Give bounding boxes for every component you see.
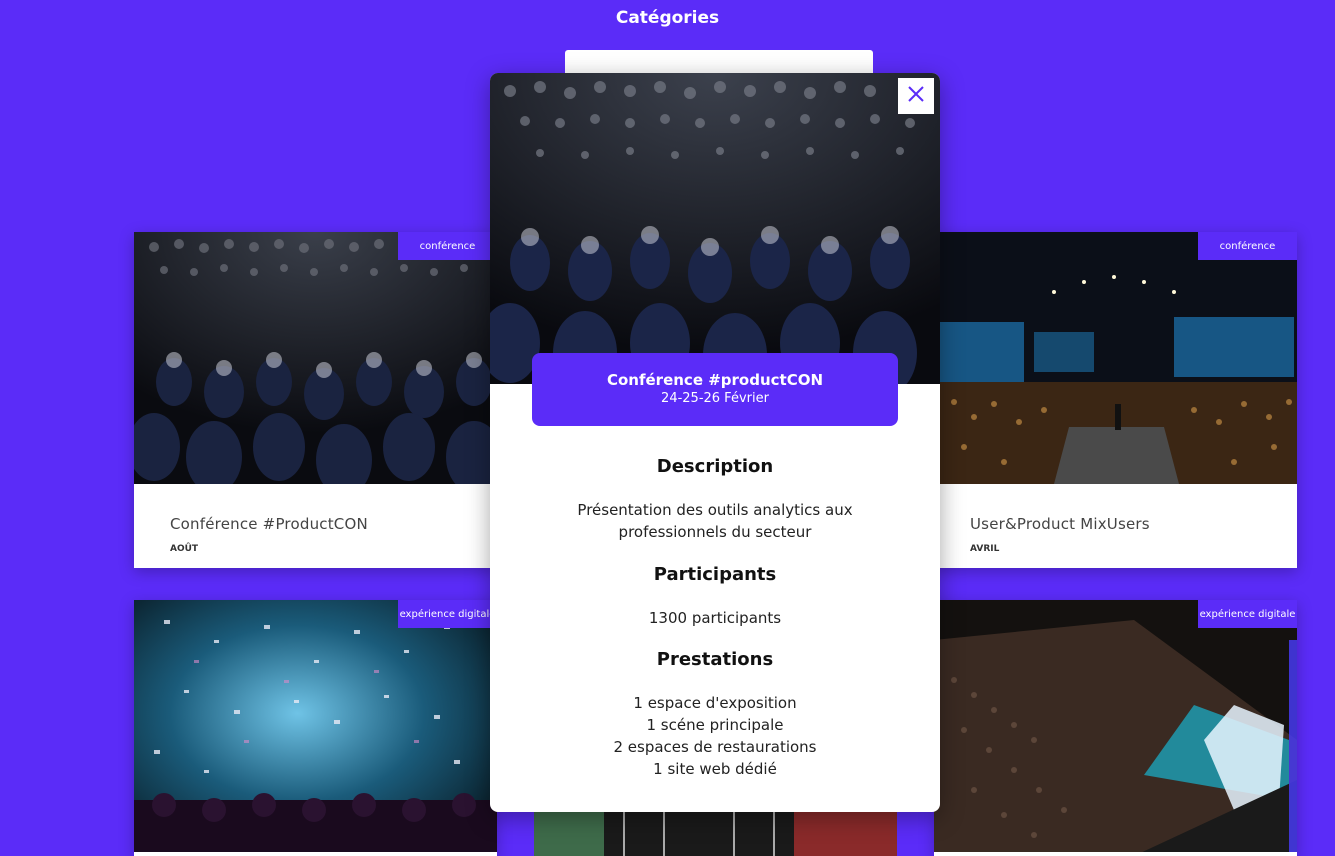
event-detail-modal: Conférence #productCON 24-25-26 Février … xyxy=(490,73,940,812)
category-tag: expérience digitale xyxy=(1198,600,1297,628)
prestations-list: 1 espace d'exposition 1 scéne principale… xyxy=(550,692,880,780)
event-date: 24-25-26 Février xyxy=(661,391,769,406)
event-title: Conférence #productCON xyxy=(606,371,824,389)
category-tag: expérience digitale xyxy=(398,600,497,628)
event-card[interactable] xyxy=(534,812,897,856)
event-photo xyxy=(134,232,497,484)
event-month: AVRIL xyxy=(970,544,1000,554)
participants-text: 1300 participants xyxy=(648,609,782,627)
prestation-item: 1 scéne principale xyxy=(646,716,784,734)
participants-heading: Participants xyxy=(653,564,777,585)
event-photo xyxy=(934,232,1297,484)
event-hero-photo xyxy=(490,73,940,384)
prestation-item: 1 espace d'exposition xyxy=(633,694,797,712)
prestation-item: 2 espaces de restaurations xyxy=(613,738,817,756)
event-card[interactable]: expérience digitale xyxy=(934,600,1297,856)
event-photo xyxy=(134,600,497,852)
event-name: Conférence #ProductCON xyxy=(170,515,368,533)
event-name: User&Product MixUsers xyxy=(970,515,1150,533)
description-text: Présentation des outils analytics aux pr… xyxy=(577,501,853,541)
event-card[interactable]: conférence Conférence #ProductCON AOÛT xyxy=(134,232,497,568)
category-tag: conférence xyxy=(1198,232,1297,260)
event-title-banner: Conférence #productCON 24-25-26 Février xyxy=(532,353,898,426)
event-photo xyxy=(934,600,1297,852)
event-card[interactable]: expérience digitale xyxy=(134,600,497,856)
event-month: AOÛT xyxy=(170,544,199,554)
description-heading: Description xyxy=(656,456,774,477)
prestations-heading: Prestations xyxy=(656,649,774,670)
prestation-item: 1 site web dédié xyxy=(653,760,777,778)
close-icon xyxy=(907,85,925,107)
page-title: Catégories xyxy=(615,8,720,28)
category-tag: conférence xyxy=(398,232,497,260)
event-card[interactable]: conférence User&Product MixUsers AVRIL xyxy=(934,232,1297,568)
close-button[interactable] xyxy=(898,78,934,114)
